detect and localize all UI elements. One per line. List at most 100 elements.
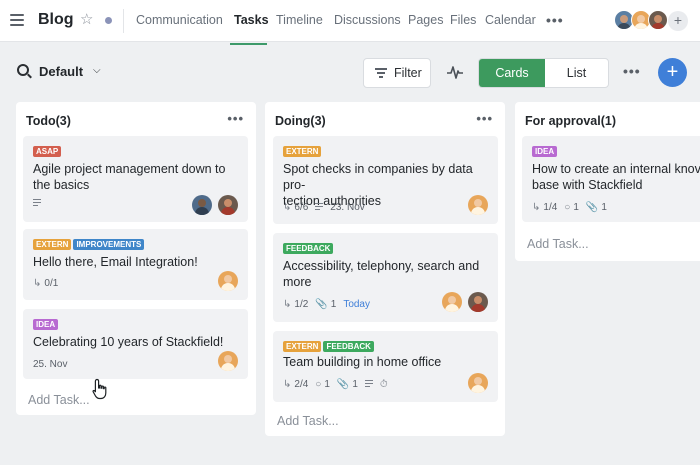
- task-card[interactable]: EXTERN IMPROVEMENTS Hello there, Email In…: [23, 229, 248, 300]
- status-dot-icon: [105, 17, 112, 24]
- comment-icon: ○: [564, 202, 571, 213]
- card-title-line: Spot checks in companies by data pro-: [283, 162, 473, 192]
- avatar: [218, 195, 238, 215]
- subtasks-count: 1/4: [543, 202, 558, 213]
- card-title-line: Agile project management down to: [33, 162, 226, 176]
- tag-feedback: FEEDBACK: [323, 341, 374, 352]
- attachment-icon: 📎: [336, 379, 350, 390]
- card-title-line: more: [283, 275, 312, 289]
- tab-files[interactable]: Files: [450, 13, 476, 27]
- comments-count: 1: [324, 379, 330, 390]
- column-more-icon[interactable]: •••: [476, 111, 493, 126]
- avatar: [191, 195, 212, 215]
- timer-icon: ⏱: [379, 379, 388, 390]
- view-select[interactable]: Default: [39, 64, 83, 79]
- attachment-icon: 📎: [315, 299, 328, 310]
- card-title-line: the basics: [33, 178, 90, 192]
- tag-idea: IDEA: [532, 146, 558, 157]
- tag-asap: ASAP: [33, 146, 62, 157]
- subtasks-icon: ↳: [283, 202, 292, 213]
- subtasks-count: 1/2: [294, 299, 309, 310]
- tag-feedback: FEEDBACK: [283, 243, 334, 254]
- task-card[interactable]: EXTERN FEEDBACK Team building in home off…: [273, 331, 498, 402]
- card-title-line: Accessibility, telephony, search and: [283, 259, 480, 273]
- filter-icon: [375, 68, 387, 80]
- cards-view-button[interactable]: Cards: [479, 59, 545, 87]
- attachments-count: 1: [330, 299, 337, 310]
- subtasks-icon: ↳: [532, 202, 541, 213]
- column-title: Todo(3): [26, 114, 71, 128]
- add-task-link[interactable]: Add Task...: [28, 393, 90, 407]
- add-task-link[interactable]: Add Task...: [277, 414, 339, 428]
- tab-communication[interactable]: Communication: [136, 13, 223, 27]
- divider: [123, 9, 124, 33]
- description-icon: [364, 380, 373, 389]
- column-title: For approval(1): [525, 114, 616, 128]
- avatar[interactable]: [648, 10, 668, 30]
- task-card[interactable]: FEEDBACK Accessibility, telephony, searc…: [273, 233, 498, 322]
- tag-improvements: IMPROVEMENTS: [73, 239, 145, 250]
- due-date: 25. Nov: [33, 359, 68, 370]
- subtasks-icon: ↳: [33, 278, 42, 289]
- subtasks-count: 6/6: [294, 202, 309, 213]
- due-today: Today: [343, 299, 370, 310]
- subtasks-icon: ↳: [283, 379, 292, 390]
- view-toggle: Cards List: [478, 58, 609, 88]
- filter-label: Filter: [394, 66, 422, 80]
- subtasks-count: 2/4: [294, 379, 309, 390]
- menu-icon[interactable]: [10, 14, 24, 26]
- card-title-line: How to create an internal knov: [532, 162, 700, 176]
- task-card[interactable]: IDEA Celebrating 10 years of Stackfield!…: [23, 309, 248, 379]
- comments-count: 1: [573, 202, 579, 213]
- avatar: [441, 292, 462, 312]
- subtasks-icon: ↳: [283, 299, 292, 310]
- add-task-button[interactable]: +: [658, 58, 687, 87]
- search-icon[interactable]: [17, 64, 29, 76]
- tab-pages[interactable]: Pages: [408, 13, 443, 27]
- avatar: [218, 271, 238, 291]
- comment-icon: ○: [315, 379, 322, 390]
- top-navigation-bar: Blog ☆ Communication Tasks Timeline Disc…: [0, 0, 700, 42]
- column-todo: Todo(3) ••• ASAP Agile project managemen…: [16, 102, 256, 415]
- star-icon[interactable]: ☆: [80, 11, 93, 29]
- card-title-line: Celebrating 10 years of Stackfield!: [33, 335, 224, 349]
- subtasks-count: 0/1: [44, 278, 59, 289]
- tab-tasks[interactable]: Tasks: [234, 13, 269, 27]
- card-title-line: Team building in home office: [283, 355, 442, 369]
- tag-extern: EXTERN: [33, 239, 72, 250]
- room-title: Blog: [38, 11, 74, 28]
- add-task-link[interactable]: Add Task...: [527, 237, 589, 251]
- task-card[interactable]: ASAP Agile project management down to th…: [23, 136, 248, 222]
- avatar: [468, 195, 488, 215]
- attachments-count: 1: [352, 379, 358, 390]
- card-title-line: base with Stackfield: [532, 178, 643, 192]
- list-view-button[interactable]: List: [545, 59, 608, 87]
- hand-cursor-icon: [92, 378, 107, 400]
- due-date: 23. Nov: [330, 202, 365, 213]
- avatar: [218, 351, 238, 371]
- chevron-down-icon[interactable]: ⌵: [93, 65, 101, 76]
- tab-calendar[interactable]: Calendar: [485, 13, 536, 27]
- tag-idea: IDEA: [33, 319, 59, 330]
- avatar: [468, 373, 488, 393]
- card-title-line: Hello there, Email Integration!: [33, 255, 198, 269]
- column-title: Doing(3): [275, 114, 326, 128]
- task-card[interactable]: IDEA How to create an internal knov base…: [522, 136, 700, 222]
- add-member-button[interactable]: +: [668, 11, 688, 31]
- more-tabs-icon[interactable]: •••: [546, 12, 564, 28]
- column-for-approval: For approval(1) IDEA How to create an in…: [515, 102, 700, 261]
- activity-icon[interactable]: [446, 63, 464, 81]
- description-icon: [315, 203, 324, 212]
- avatar: [468, 292, 488, 312]
- tag-extern: EXTERN: [283, 146, 322, 157]
- task-card[interactable]: EXTERN Spot checks in companies by data …: [273, 136, 498, 224]
- tab-timeline[interactable]: Timeline: [276, 13, 323, 27]
- tag-extern: EXTERN: [283, 341, 322, 352]
- filter-button[interactable]: Filter: [363, 58, 431, 88]
- attachments-count: 1: [601, 202, 607, 213]
- description-icon: [33, 199, 41, 208]
- tab-discussions[interactable]: Discussions: [334, 13, 401, 27]
- attachment-icon: 📎: [585, 202, 599, 213]
- column-more-icon[interactable]: •••: [227, 111, 244, 126]
- more-options-icon[interactable]: •••: [623, 63, 641, 79]
